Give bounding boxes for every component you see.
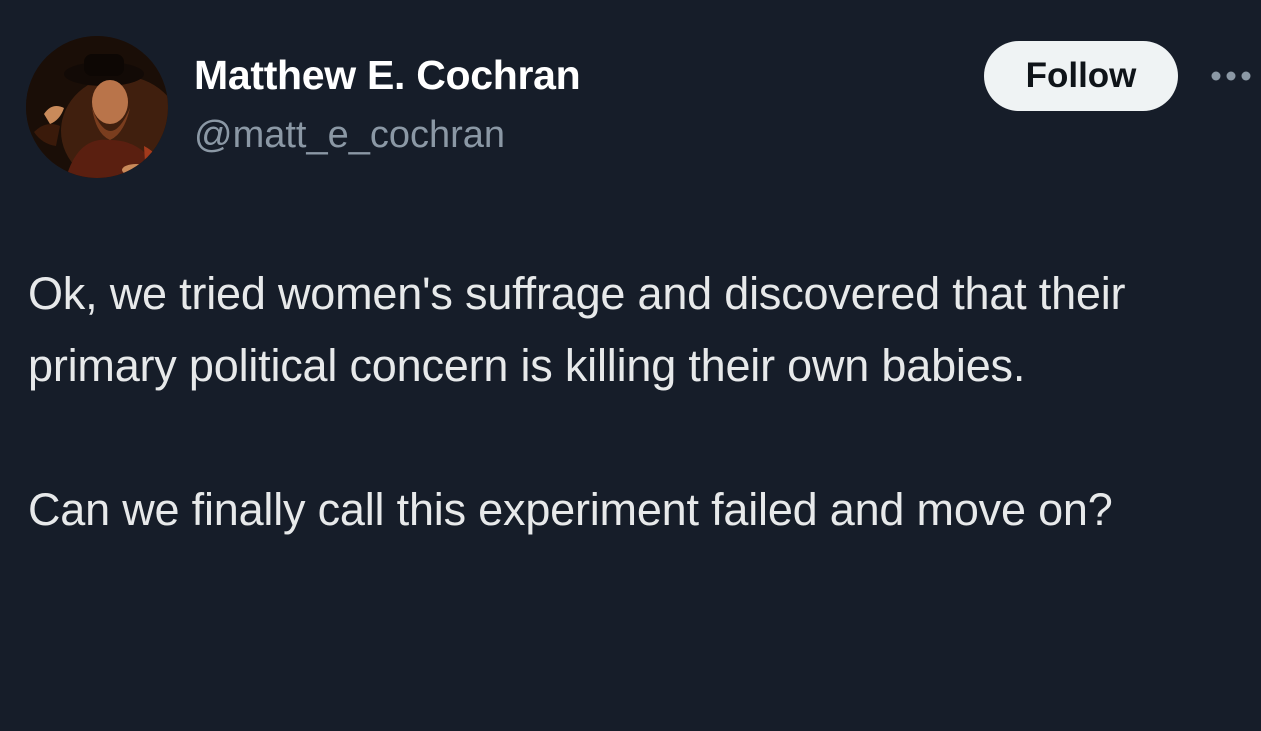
follow-button[interactable]: Follow bbox=[984, 41, 1178, 111]
tweet-text: Ok, we tried women's suffrage and discov… bbox=[28, 258, 1253, 546]
tweet-paragraph: Ok, we tried women's suffrage and discov… bbox=[28, 268, 1126, 391]
avatar[interactable] bbox=[26, 36, 168, 178]
tweet-card: Matthew E. Cochran @matt_e_cochran Follo… bbox=[0, 0, 1261, 731]
author-handle[interactable]: @matt_e_cochran bbox=[194, 114, 505, 157]
more-horizontal-icon[interactable] bbox=[1206, 64, 1256, 88]
follow-button-label: Follow bbox=[1025, 56, 1137, 95]
profile-painting-icon bbox=[26, 36, 168, 178]
tweet-paragraph: Can we finally call this experiment fail… bbox=[28, 484, 1113, 535]
author-display-name[interactable]: Matthew E. Cochran bbox=[194, 52, 581, 99]
